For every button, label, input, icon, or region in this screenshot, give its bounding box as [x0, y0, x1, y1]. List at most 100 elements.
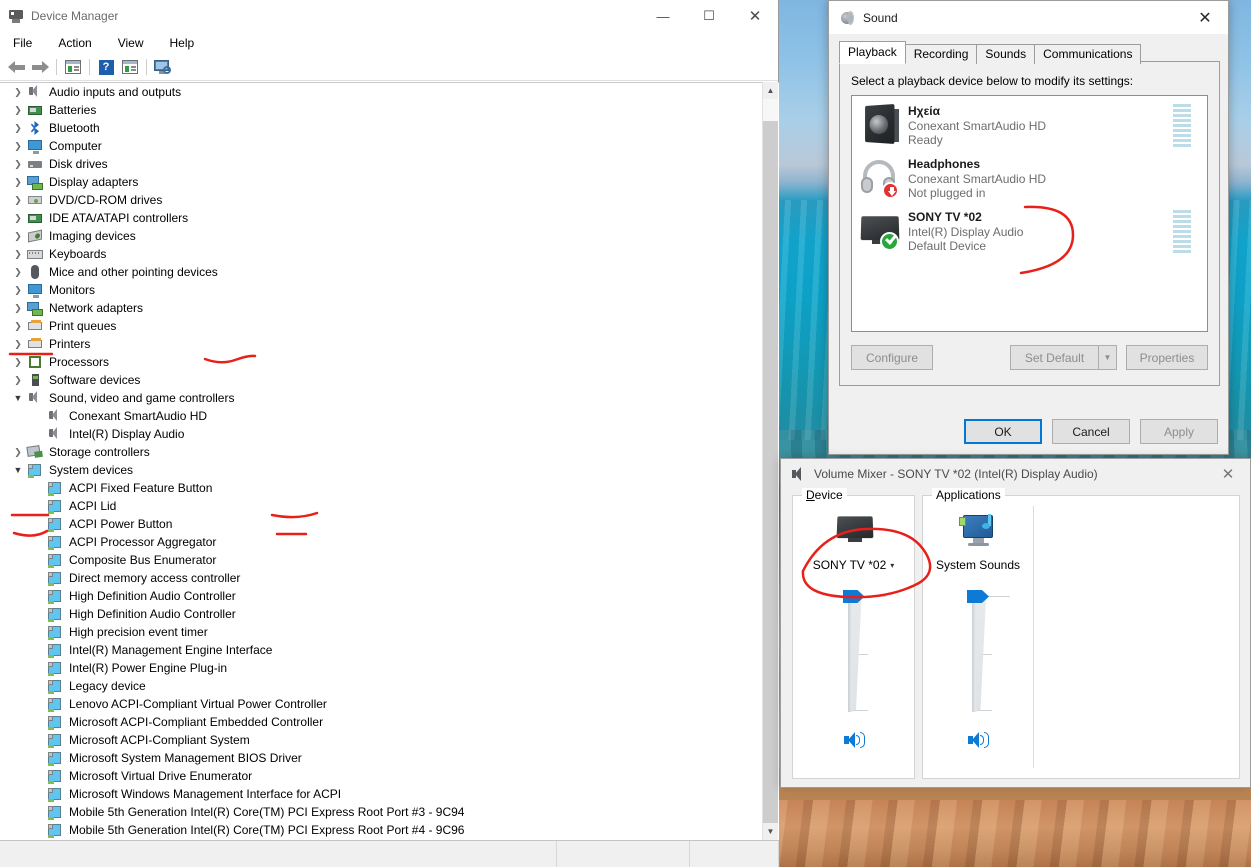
configure-button[interactable]: Configure [851, 345, 933, 370]
tab-communications[interactable]: Communications [1034, 44, 1141, 64]
tree-item-system-devices[interactable]: ▼System devices [0, 461, 764, 479]
playback-device-row[interactable]: HeadphonesConexant SmartAudio HDNot plug… [852, 149, 1207, 202]
chevron-right-icon[interactable]: ❯ [10, 141, 26, 152]
chevron-right-icon[interactable]: ❯ [10, 375, 26, 386]
chevron-right-icon[interactable]: ❯ [10, 249, 26, 260]
sound-close-button[interactable]: ✕ [1182, 1, 1228, 34]
tab-recording[interactable]: Recording [905, 44, 978, 64]
chevron-right-icon[interactable]: ❯ [10, 231, 26, 242]
tree-item-mobile-5th-generation-intel-r-core-tm-pci-express-root-port-3-9c94[interactable]: Mobile 5th Generation Intel(R) Core(TM) … [0, 803, 764, 821]
scan-hardware-button[interactable] [151, 56, 175, 78]
tree-item-intel-r-management-engine-interface[interactable]: Intel(R) Management Engine Interface [0, 641, 764, 659]
device-mute-button[interactable] [842, 730, 866, 750]
set-default-button[interactable]: Set Default [1010, 345, 1098, 370]
menu-item-action[interactable]: Action [55, 35, 94, 51]
properties-button[interactable]: Properties [1126, 345, 1208, 370]
tree-item-legacy-device[interactable]: Legacy device [0, 677, 764, 695]
tree-item-storage-controllers[interactable]: ❯Storage controllers [0, 443, 764, 461]
tab-playback[interactable]: Playback [839, 41, 906, 64]
menu-item-file[interactable]: File [10, 35, 35, 51]
tree-item-high-precision-event-timer[interactable]: High precision event timer [0, 623, 764, 641]
tree-item-mobile-5th-generation-intel-r-core-tm-pci-express-root-port-4-9c96[interactable]: Mobile 5th Generation Intel(R) Core(TM) … [0, 821, 764, 839]
chevron-down-icon[interactable]: ▾ [890, 561, 894, 570]
tree-item-network-adapters[interactable]: ❯Network adapters [0, 299, 764, 317]
tree-item-print-queues[interactable]: ❯Print queues [0, 317, 764, 335]
scroll-up-button[interactable]: ▲ [763, 82, 778, 99]
chevron-right-icon[interactable]: ❯ [10, 285, 26, 296]
tree-item-microsoft-acpi-compliant-system[interactable]: Microsoft ACPI-Compliant System [0, 731, 764, 749]
device-volume-slider[interactable] [835, 590, 873, 712]
tree-item-acpi-lid[interactable]: ACPI Lid [0, 497, 764, 515]
chevron-down-icon[interactable]: ▼ [10, 393, 26, 403]
properties-button[interactable] [61, 56, 85, 78]
tree-item-intel-r-display-audio[interactable]: Intel(R) Display Audio [0, 425, 764, 443]
playback-device-row[interactable]: ΗχείαConexant SmartAudio HDReady [852, 96, 1207, 149]
tree-scrollbar[interactable]: ▲ ▼ [762, 82, 777, 840]
tree-item-keyboards[interactable]: ❯Keyboards [0, 245, 764, 263]
tree-item-ide-ata-atapi-controllers[interactable]: ❯IDE ATA/ATAPI controllers [0, 209, 764, 227]
app-volume-slider[interactable] [959, 590, 997, 712]
tree-item-composite-bus-enumerator[interactable]: Composite Bus Enumerator [0, 551, 764, 569]
tree-item-lenovo-acpi-compliant-virtual-power-controller[interactable]: Lenovo ACPI-Compliant Virtual Power Cont… [0, 695, 764, 713]
tree-item-acpi-fixed-feature-button[interactable]: ACPI Fixed Feature Button [0, 479, 764, 497]
playback-device-list[interactable]: ΗχείαConexant SmartAudio HDReadyHeadphon… [851, 95, 1208, 332]
chevron-right-icon[interactable]: ❯ [10, 177, 26, 188]
tree-item-acpi-power-button[interactable]: ACPI Power Button [0, 515, 764, 533]
chevron-right-icon[interactable]: ❯ [10, 87, 26, 98]
update-driver-button[interactable] [118, 56, 142, 78]
device-tree[interactable]: ❯Audio inputs and outputs❯Batteries❯Blue… [0, 82, 779, 840]
tree-item-conexant-smartaudio-hd[interactable]: Conexant SmartAudio HD [0, 407, 764, 425]
chevron-right-icon[interactable]: ❯ [10, 447, 26, 458]
apply-button[interactable]: Apply [1140, 419, 1218, 444]
tree-item-monitors[interactable]: ❯Monitors [0, 281, 764, 299]
tree-item-display-adapters[interactable]: ❯Display adapters [0, 173, 764, 191]
tree-item-audio-inputs-and-outputs[interactable]: ❯Audio inputs and outputs [0, 83, 764, 101]
close-button[interactable]: ✕ [732, 0, 778, 32]
scrollbar-track[interactable] [763, 121, 778, 823]
set-default-split-button[interactable]: Set Default ▼ [1010, 345, 1117, 370]
chevron-right-icon[interactable]: ❯ [10, 357, 26, 368]
cancel-button[interactable]: Cancel [1052, 419, 1130, 444]
tree-item-dvd-cd-rom-drives[interactable]: ❯DVD/CD-ROM drives [0, 191, 764, 209]
tree-item-high-definition-audio-controller[interactable]: High Definition Audio Controller [0, 605, 764, 623]
tree-item-sound-video-and-game-controllers[interactable]: ▼Sound, video and game controllers [0, 389, 764, 407]
tree-item-acpi-processor-aggregator[interactable]: ACPI Processor Aggregator [0, 533, 764, 551]
tree-item-microsoft-acpi-compliant-embedded-controller[interactable]: Microsoft ACPI-Compliant Embedded Contro… [0, 713, 764, 731]
tab-sounds[interactable]: Sounds [976, 44, 1035, 64]
minimize-button[interactable]: — [640, 0, 686, 32]
scrollbar-thumb[interactable] [763, 99, 778, 121]
menu-item-help[interactable]: Help [167, 35, 198, 51]
tree-item-intel-r-power-engine-plug-in[interactable]: Intel(R) Power Engine Plug-in [0, 659, 764, 677]
menu-item-view[interactable]: View [115, 35, 147, 51]
tree-item-direct-memory-access-controller[interactable]: Direct memory access controller [0, 569, 764, 587]
chevron-right-icon[interactable]: ❯ [10, 303, 26, 314]
chevron-right-icon[interactable]: ❯ [10, 123, 26, 134]
chevron-right-icon[interactable]: ❯ [10, 159, 26, 170]
app-mute-button[interactable] [966, 730, 990, 750]
tree-item-microsoft-system-management-bios-driver[interactable]: Microsoft System Management BIOS Driver [0, 749, 764, 767]
ok-button[interactable]: OK [964, 419, 1042, 444]
tree-item-microsoft-windows-management-interface-for-acpi[interactable]: Microsoft Windows Management Interface f… [0, 785, 764, 803]
tree-item-high-definition-audio-controller[interactable]: High Definition Audio Controller [0, 587, 764, 605]
tree-item-processors[interactable]: ❯Processors [0, 353, 764, 371]
chevron-right-icon[interactable]: ❯ [10, 105, 26, 116]
tree-item-batteries[interactable]: ❯Batteries [0, 101, 764, 119]
playback-device-row[interactable]: SONY TV *02Intel(R) Display AudioDefault… [852, 202, 1207, 255]
chevron-right-icon[interactable]: ❯ [10, 195, 26, 206]
tree-item-software-devices[interactable]: ❯Software devices [0, 371, 764, 389]
chevron-right-icon[interactable]: ❯ [10, 321, 26, 332]
scroll-down-button[interactable]: ▼ [763, 823, 778, 840]
chevron-down-icon[interactable]: ▼ [10, 465, 26, 475]
tree-item-imaging-devices[interactable]: ❯Imaging devices [0, 227, 764, 245]
help-button[interactable]: ? [94, 56, 118, 78]
chevron-right-icon[interactable]: ❯ [10, 339, 26, 350]
maximize-button[interactable]: ☐ [686, 0, 732, 32]
chevron-down-icon[interactable]: ▼ [1098, 345, 1117, 370]
tree-item-mice-and-other-pointing-devices[interactable]: ❯Mice and other pointing devices [0, 263, 764, 281]
tree-item-microsoft-virtual-drive-enumerator[interactable]: Microsoft Virtual Drive Enumerator [0, 767, 764, 785]
tree-item-computer[interactable]: ❯Computer [0, 137, 764, 155]
chevron-right-icon[interactable]: ❯ [10, 267, 26, 278]
back-button[interactable] [4, 56, 28, 78]
tree-item-bluetooth[interactable]: ❯Bluetooth [0, 119, 764, 137]
chevron-right-icon[interactable]: ❯ [10, 213, 26, 224]
